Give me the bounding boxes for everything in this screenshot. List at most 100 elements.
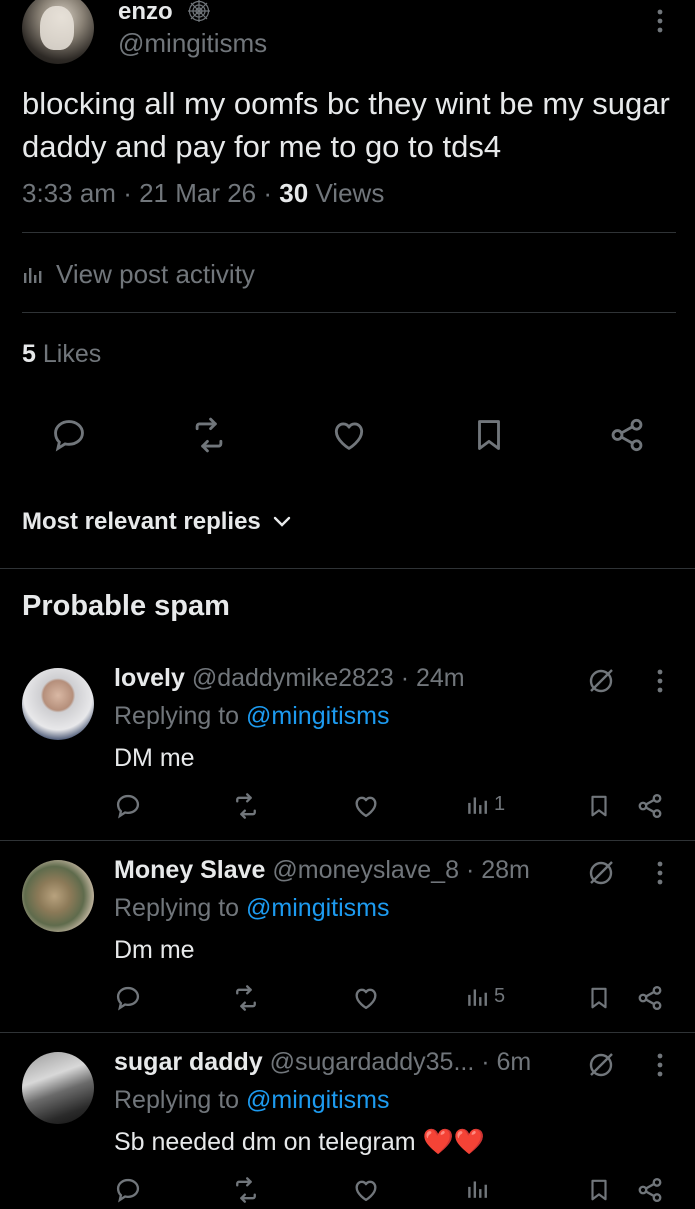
reply-icon [54, 420, 84, 452]
repost-button[interactable] [232, 984, 260, 1017]
reply-avatar[interactable] [22, 1052, 94, 1124]
reply-avatar[interactable] [22, 668, 94, 740]
bookmark-button[interactable] [586, 792, 612, 825]
author-handle[interactable]: @mingitisms [118, 28, 267, 59]
divider [0, 840, 695, 841]
post-text: blocking all my oomfs bc they wint be my… [22, 86, 670, 164]
views-button[interactable]: 5 [466, 984, 505, 1008]
post-header: enzo @mingitisms [0, 0, 695, 70]
reply-item[interactable]: sugar daddy @sugardaddy35... · 6m Replyi… [0, 1048, 695, 1203]
meta-separator: · [481, 1048, 490, 1076]
reply-button[interactable] [50, 416, 88, 459]
spider-web-icon [188, 0, 210, 22]
chevron-down-icon [273, 516, 290, 527]
reply-item[interactable]: lovely @daddymike2823 · 24m Replying to … [0, 664, 695, 842]
views-label: Views [315, 178, 385, 208]
view-activity-link[interactable]: View post activity [22, 256, 255, 292]
more-options-icon[interactable] [652, 668, 668, 694]
reply-icon [116, 986, 140, 1011]
reply-button[interactable] [114, 792, 142, 825]
reply-actions [0, 1176, 695, 1206]
repost-button[interactable] [232, 792, 260, 825]
more-options-icon[interactable] [652, 8, 668, 34]
reply-time: 24m [415, 664, 465, 692]
muted-icon[interactable] [586, 1050, 616, 1080]
reply-author-handle[interactable]: @daddymike2823 [192, 664, 394, 692]
likes-label: Likes [42, 340, 102, 368]
likes-count: 5 [22, 340, 36, 368]
replying-to-label: Replying to [114, 1086, 240, 1114]
bookmark-button[interactable] [586, 984, 612, 1017]
bookmark-icon [478, 420, 500, 450]
replying-to-handle[interactable]: @mingitisms [246, 702, 389, 730]
like-button[interactable] [330, 416, 368, 459]
reply-text: DM me [114, 744, 195, 772]
replying-to-handle[interactable]: @mingitisms [246, 894, 389, 922]
like-button[interactable] [352, 984, 380, 1017]
share-button[interactable] [608, 416, 646, 459]
views-count: 5 [494, 984, 506, 1007]
reply-author-handle[interactable]: @moneyslave_8 [272, 856, 459, 884]
reply-button[interactable] [114, 984, 142, 1017]
reply-avatar[interactable] [22, 860, 94, 932]
share-button[interactable] [636, 792, 664, 825]
bookmark-button[interactable] [586, 1176, 612, 1209]
reply-header: Money Slave @moneyslave_8 · 28m [114, 856, 530, 885]
reply-actions: 1 [0, 792, 695, 822]
views-count: 30 [279, 178, 309, 208]
sort-label: Most relevant replies [22, 508, 261, 535]
reply-header: sugar daddy @sugardaddy35... · 6m [114, 1048, 531, 1077]
divider [0, 568, 695, 569]
replying-to: Replying to @mingitisms [114, 1086, 389, 1115]
reply-author-handle[interactable]: @sugardaddy35... [270, 1048, 475, 1076]
more-options-icon[interactable] [652, 860, 668, 886]
share-icon [611, 418, 643, 452]
repost-button[interactable] [190, 416, 228, 459]
author-name[interactable]: enzo [118, 0, 173, 26]
likes-summary[interactable]: 5 Likes [22, 340, 101, 369]
replying-to-handle[interactable]: @mingitisms [246, 1086, 389, 1114]
reply-author-name[interactable]: lovely [114, 664, 185, 692]
reply-text: Dm me [114, 936, 195, 964]
meta-separator: · [400, 664, 410, 692]
repost-icon [236, 985, 256, 1011]
reply-author-name[interactable]: Money Slave [114, 856, 265, 884]
reply-item[interactable]: Money Slave @moneyslave_8 · 28m Replying… [0, 856, 695, 1034]
like-button[interactable] [352, 1176, 380, 1209]
bookmark-button[interactable] [470, 416, 508, 459]
repost-icon [195, 417, 223, 453]
views-button[interactable]: 1 [466, 792, 505, 816]
views-button[interactable] [466, 1176, 494, 1200]
muted-icon[interactable] [586, 858, 616, 888]
views-count: 1 [494, 792, 506, 815]
views-icon [468, 1181, 487, 1198]
share-button[interactable] [636, 1176, 664, 1209]
share-button[interactable] [636, 984, 664, 1017]
like-button[interactable] [352, 792, 380, 825]
divider [22, 232, 676, 233]
reply-actions: 5 [0, 984, 695, 1014]
muted-icon[interactable] [586, 666, 616, 696]
reply-time: 28m [481, 856, 530, 884]
sort-replies-dropdown[interactable]: Most relevant replies [22, 508, 291, 536]
post-actions [0, 416, 695, 460]
repost-button[interactable] [232, 1176, 260, 1209]
reply-icon [116, 794, 140, 819]
analytics-icon [24, 268, 42, 283]
reply-author-name[interactable]: sugar daddy [114, 1048, 263, 1076]
views-icon [468, 797, 487, 814]
replying-to: Replying to @mingitisms [114, 894, 389, 923]
heart-emoji: ❤️❤️ [422, 1128, 485, 1156]
author-avatar[interactable] [22, 0, 94, 64]
more-options-icon[interactable] [652, 1052, 668, 1078]
divider [22, 312, 676, 313]
reply-text-container: Sb needed dm on telegram ❤️❤️ [114, 1128, 485, 1157]
reply-button[interactable] [114, 1176, 142, 1209]
meta-separator: · [465, 856, 475, 884]
post-date: 21 Mar 26 [139, 178, 257, 208]
meta-separator: · [123, 178, 140, 208]
reply-text: Sb needed dm on telegram [114, 1128, 416, 1156]
post-time: 3:33 am [22, 178, 116, 208]
replying-to: Replying to @mingitisms [114, 702, 389, 731]
share-icon [638, 985, 662, 1011]
